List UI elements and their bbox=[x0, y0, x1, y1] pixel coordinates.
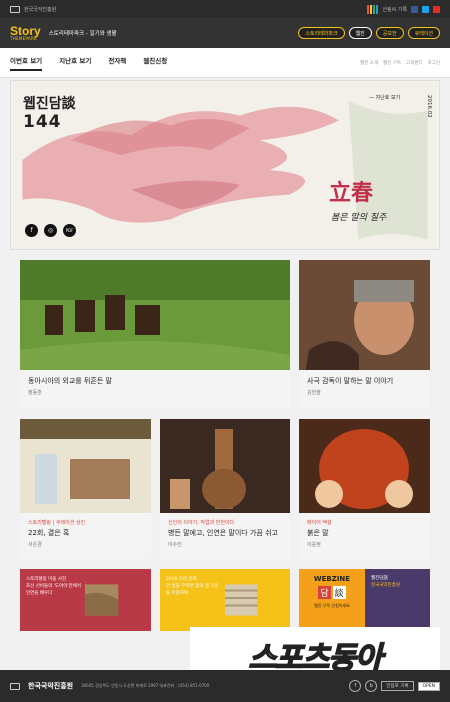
link-login[interactable]: 로그인 bbox=[428, 60, 440, 66]
prev-issue-link[interactable]: — 지난호 보기 bbox=[369, 94, 400, 101]
footer-logo-icon bbox=[10, 682, 20, 690]
article-title: 병든 말에고, 인연은 말이다 가끔 쉬고 bbox=[168, 529, 278, 537]
color-stripes-icon bbox=[367, 4, 379, 14]
webzine-label: WEBZINE bbox=[313, 575, 351, 583]
footer-org-name: 한국국악진흥원 bbox=[28, 682, 74, 690]
issue-date: 2016.02 bbox=[426, 95, 432, 118]
link-subscribe[interactable]: 웹진 구독 bbox=[383, 60, 401, 66]
webzine-sub-text: 한국국악진흥원 bbox=[371, 583, 400, 589]
webzine-mark: 담 bbox=[318, 586, 331, 599]
article-category: 신인의 이야기, 작업과 반전이다 bbox=[168, 520, 235, 526]
webzine-sub: 웹진담談 bbox=[371, 576, 388, 581]
facebook-icon[interactable]: f bbox=[25, 224, 38, 237]
promo-card-1[interactable]: 스토리텔링 마을 사진 조선 선비들의 '도아이'만에서 인연을 배우다 bbox=[20, 569, 151, 631]
footer-address: 36605 경상북도 안동시 도산면 퇴계로 1997 대표전화 : (054)… bbox=[81, 683, 210, 688]
article-card-5[interactable]: 레이어 액설 붉은 말 이윤정 bbox=[299, 419, 430, 559]
article-author: 정동훈 bbox=[28, 390, 42, 396]
webzine-promo-2[interactable]: 웹진담談 한국국악진흥원 bbox=[365, 569, 430, 631]
article-author: 서은경 bbox=[28, 542, 42, 548]
pdf-icon[interactable]: PDF bbox=[63, 224, 76, 237]
curation-button[interactable]: 큐레이션 bbox=[407, 27, 440, 39]
calligraphy-subtitle: 봄은 말의 질주 bbox=[331, 213, 387, 223]
contest-button[interactable]: 공모전 bbox=[375, 27, 404, 39]
story-themepark-button[interactable]: 스토리테마파크 bbox=[298, 27, 345, 39]
facebook-icon[interactable]: f bbox=[349, 680, 362, 692]
promo-category: 스토리텔링 마을 사진 bbox=[26, 577, 67, 582]
webzine-text: 웹진 구독 신청하세요 bbox=[314, 603, 350, 608]
promo-card-2[interactable]: 2016 우리 문화 안 방을 꾸미면 봄의 글 기운을 마중하며 bbox=[160, 569, 290, 631]
calligraphy-title: 立春 bbox=[329, 180, 374, 206]
record-button[interactable]: 인용포 기록 bbox=[381, 681, 414, 691]
issue-number: 144 bbox=[23, 112, 62, 132]
article-card-3[interactable]: 스토리텔링 | 쿠레이션 상인 22회, 결은 혹 서은경 bbox=[20, 419, 151, 559]
article-author: 이윤정 bbox=[307, 542, 321, 548]
webzine-mark-2: 談 bbox=[332, 586, 346, 599]
brand-name: Story bbox=[10, 23, 41, 38]
tab-ebook[interactable]: 전자책 bbox=[108, 55, 126, 71]
org-logo-icon[interactable] bbox=[10, 5, 20, 13]
tab-current-issue[interactable]: 이번호 보기 bbox=[10, 55, 43, 71]
article-card-4[interactable]: 신인의 이야기, 작업과 반전이다 병든 말에고, 인연은 말이다 가끔 쉬고 … bbox=[160, 419, 290, 559]
webzine-title: 웹진담談 bbox=[23, 96, 76, 112]
tab-subscribe[interactable]: 웹진신청 bbox=[143, 55, 167, 71]
open-badge[interactable]: OPEN bbox=[417, 681, 440, 691]
org-name[interactable]: 한국국악진흥원 bbox=[24, 6, 56, 13]
blog-icon[interactable]: b bbox=[365, 680, 378, 692]
books-image bbox=[225, 584, 258, 616]
article-card-2[interactable]: 사극 감독이 말하는 말 이야기 김한솔 bbox=[299, 260, 430, 408]
old-map-image bbox=[85, 584, 119, 616]
site-footer: 한국국악진흥원 36605 경상북도 안동시 도산면 퇴계로 1997 대표전화… bbox=[0, 670, 450, 702]
tab-past-issues[interactable]: 지난호 보기 bbox=[59, 55, 91, 71]
article-title: 붉은 말 bbox=[307, 529, 329, 537]
article-title: 동아시아의 외교를 뒤흔든 말 bbox=[28, 377, 112, 385]
link-support[interactable]: 고객센터 bbox=[406, 60, 423, 66]
header-buttons: 스토리테마파크 웹진 공모전 큐레이션 bbox=[298, 27, 440, 39]
brand-sub: THEMEPARK bbox=[10, 35, 37, 41]
twitter-icon[interactable] bbox=[422, 5, 429, 13]
promo-text: 안 방을 꾸미면 봄의 글 기운을 마중하며 bbox=[166, 583, 219, 596]
brand-tagline: 스토리테마파크 - 일기와 생활 bbox=[48, 31, 117, 37]
top-bar: 한국국악진흥원 신림씨 기록 bbox=[0, 0, 450, 18]
nav-tabs: 이번호 보기 지난호 보기 전자책 웹진신청 웹진 소개 웹진 구독 고객센터 … bbox=[0, 48, 450, 78]
youtube-icon[interactable] bbox=[433, 5, 440, 13]
webzine-promo[interactable]: WEBZINE 담 談 웹진 구독 신청하세요 bbox=[299, 569, 365, 631]
article-author: 김한솔 bbox=[307, 390, 321, 396]
article-category: 스토리텔링 | 쿠레이션 상인 bbox=[28, 520, 86, 526]
article-title: 22회, 결은 혹 bbox=[28, 529, 70, 537]
promo-text: 조선 선비들의 '도아이'만에서 인연을 배우다 bbox=[26, 583, 82, 596]
link-about[interactable]: 웹진 소개 bbox=[360, 60, 378, 66]
article-category: 레이어 액설 bbox=[307, 520, 332, 526]
article-card-1[interactable]: 동아시아의 외교를 뒤흔든 말 정동훈 bbox=[20, 260, 290, 408]
webzine-button[interactable]: 웹진 bbox=[348, 27, 372, 39]
promo-category: 2016 우리 문화 bbox=[166, 577, 197, 582]
facebook-icon[interactable] bbox=[411, 5, 418, 13]
brand-logo[interactable]: Story THEMEPARK 스토리테마파크 - 일기와 생활 bbox=[10, 23, 117, 41]
article-author: 이수진 bbox=[168, 542, 182, 548]
hero-banner: 웹진담談 144 — 지난호 보기 2016.02 立春 봄은 말의 질주 f … bbox=[10, 80, 440, 250]
instagram-icon[interactable]: ◎ bbox=[44, 224, 57, 237]
site-header: Story THEMEPARK 스토리테마파크 - 일기와 생활 스토리테마파크 … bbox=[0, 18, 450, 48]
record-link[interactable]: 신림씨 기록 bbox=[382, 6, 407, 13]
article-title: 사극 감독이 말하는 말 이야기 bbox=[307, 377, 394, 385]
